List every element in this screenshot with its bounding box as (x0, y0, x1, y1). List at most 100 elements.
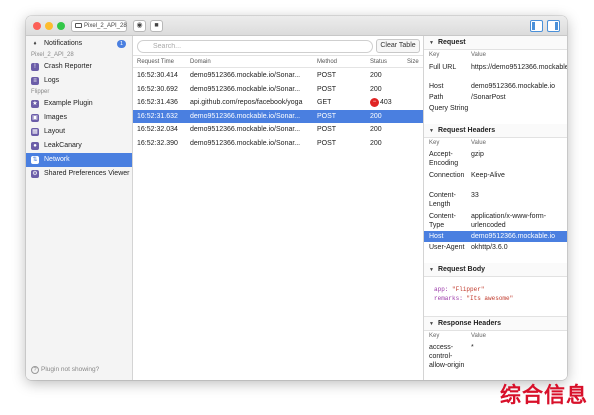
column-header-status[interactable]: Status (370, 56, 387, 68)
sidebar-item-example-plugin[interactable]: ★ Example Plugin (26, 97, 132, 111)
kv-row[interactable]: Content-Type application/x-www-form-urle… (424, 211, 567, 231)
kv-value: https://demo9512366.mockable.io/SonarPos… (471, 64, 567, 71)
table-row[interactable]: 16:52:32.390 demo9512366.mockable.io/Son… (133, 137, 423, 151)
kv-key: Host (429, 233, 444, 240)
device-label: Pixel_2_API_28 (84, 23, 127, 29)
table-row[interactable]: 16:52:31.436 api.github.com/repos/facebo… (133, 96, 423, 110)
chevron-down-icon: ▼ (429, 267, 434, 273)
request-body-section-toggle[interactable]: ▼ Request Body (424, 263, 567, 277)
request-method: POST (317, 72, 337, 79)
kv-value: demo9512366.mockable.io (471, 233, 556, 240)
value-column-header: Value (471, 52, 486, 58)
request-status: 200 (370, 139, 382, 147)
request-status: 200 (370, 72, 382, 79)
request-time: 16:52:30.692 (137, 85, 178, 93)
sidebar-item-label: Example Plugin (44, 100, 93, 107)
kv-key: Content-Type (429, 213, 456, 229)
plugin-not-showing-link[interactable]: ? Plugin not showing? (31, 366, 99, 374)
value-column-header: Value (471, 140, 486, 146)
request-detail-panel: ▼ Request Key Value Full URL https://demo… (424, 36, 567, 380)
column-header-request-time[interactable]: Request Time (137, 56, 174, 68)
kv-row[interactable]: Full URL https://demo9512366.mockable.io… (424, 61, 567, 81)
kv-row[interactable]: Content-Length 33 (424, 190, 567, 211)
table-row[interactable]: 16:52:30.692 demo9512366.mockable.io/Son… (133, 83, 423, 97)
table-row[interactable]: 16:52:32.034 demo9512366.mockable.io/Son… (133, 123, 423, 137)
request-method: POST (317, 139, 337, 147)
kv-key: User-Agent (429, 244, 465, 251)
request-body-content: app: "Flipper" remarks: "Its awesome" (424, 277, 567, 317)
kv-row[interactable]: Connection Keep-Alive (424, 170, 567, 190)
minimize-window-button[interactable] (45, 22, 53, 30)
toggle-right-sidebar-icon[interactable] (547, 20, 560, 32)
title-bar: Pixel_2_API_28 ◉ ■ (26, 16, 567, 36)
clear-table-button[interactable]: Clear Table (376, 39, 420, 53)
kv-row[interactable]: User-Agent okhttp/3.6.0 (424, 242, 567, 263)
sidebar-item-label: Notifications (44, 40, 83, 47)
request-method: POST (317, 112, 337, 120)
request-status-error: −403 (370, 96, 392, 110)
kv-value: 33 (471, 192, 479, 199)
request-section-toggle[interactable]: ▼ Request (424, 36, 567, 50)
request-kv-header: Key Value (424, 50, 567, 61)
response-headers-kv-header: Key Value (424, 331, 567, 342)
request-method: POST (317, 85, 337, 93)
column-header-domain[interactable]: Domain (190, 56, 211, 68)
kv-row[interactable]: Query String (424, 103, 567, 124)
sidebar-item-label: Crash Reporter (44, 63, 92, 70)
kv-key: Connection (429, 172, 465, 179)
sidebar-item-label: Shared Preferences Viewer (44, 170, 130, 177)
sidebar-item-label: Network (44, 156, 70, 163)
request-headers-kv-header: Key Value (424, 138, 567, 149)
kv-key: Path (429, 94, 444, 101)
request-method: POST (317, 126, 337, 133)
close-window-button[interactable] (33, 22, 41, 30)
sidebar-item-label: Layout (44, 128, 66, 135)
request-time: 16:52:32.034 (137, 126, 178, 133)
kv-value: Keep-Alive (471, 172, 505, 179)
chevron-down-icon: ▼ (429, 128, 434, 134)
network-icon: ⇅ (31, 156, 39, 164)
request-list: 16:52:30.414 demo9512366.mockable.io/Son… (133, 69, 423, 150)
device-selector[interactable]: Pixel_2_API_28 (71, 20, 127, 32)
request-headers-section-toggle[interactable]: ▼ Request Headers (424, 124, 567, 138)
sidebar-item-crash-reporter[interactable]: ! Crash Reporter (26, 60, 132, 74)
sidebar-item-leakcanary[interactable]: ● LeakCanary (26, 139, 132, 153)
video-icon[interactable]: ■ (150, 20, 163, 32)
layout-icon: ▦ (31, 128, 39, 136)
kv-row[interactable]: Path /SonarPost (424, 92, 567, 103)
sidebar-item-logs[interactable]: ≡ Logs (26, 74, 132, 88)
request-time: 16:52:31.632 (137, 112, 178, 120)
example-plugin-icon: ★ (31, 100, 39, 108)
kv-row[interactable]: Host demo9512366.mockable.io (424, 81, 567, 92)
sidebar-item-notifications[interactable]: ♦ Notifications 1 (26, 37, 132, 51)
network-panel: Clear Table Request Time Domain Method S… (133, 36, 424, 380)
request-domain: demo9512366.mockable.io/Sonar... (190, 126, 301, 133)
response-headers-section-toggle[interactable]: ▼ Response Headers (424, 317, 567, 331)
kv-value: /SonarPost (471, 94, 506, 101)
request-section-title: Request (437, 39, 466, 46)
bell-icon: ♦ (33, 41, 37, 47)
table-row-selected[interactable]: 16:52:31.632 demo9512366.mockable.io/Son… (133, 109, 423, 123)
table-header: Request Time Domain Method Status Size (133, 56, 423, 68)
kv-key: Accept-Encoding (429, 151, 459, 167)
toggle-left-sidebar-icon[interactable] (530, 20, 543, 32)
kv-row-selected[interactable]: Host demo9512366.mockable.io (424, 231, 567, 242)
column-header-size[interactable]: Size (407, 56, 419, 68)
sidebar-item-network[interactable]: ⇅ Network (26, 153, 132, 167)
request-time: 16:52:30.414 (137, 72, 178, 79)
search-input[interactable] (137, 40, 373, 53)
column-header-method[interactable]: Method (317, 56, 337, 68)
sidebar-item-layout[interactable]: ▦ Layout (26, 125, 132, 139)
sidebar-item-images[interactable]: ▣ Images (26, 111, 132, 125)
sidebar-item-shared-preferences[interactable]: ⚙ Shared Preferences Viewer (26, 167, 132, 181)
request-domain: demo9512366.mockable.io/Sonar... (190, 85, 301, 93)
kv-row[interactable]: access-control-allow-origin * (424, 342, 567, 372)
kv-value: application/x-www-form-urlencoded (471, 213, 547, 229)
kv-row[interactable]: Accept-Encoding gzip (424, 149, 567, 170)
table-row[interactable]: 16:52:30.414 demo9512366.mockable.io/Son… (133, 69, 423, 83)
device-section-header: Pixel_2_API_28 (31, 52, 74, 58)
zoom-window-button[interactable] (57, 22, 65, 30)
kv-key: Query String (429, 105, 469, 112)
camera-icon[interactable]: ◉ (133, 20, 146, 32)
logs-icon: ≡ (31, 77, 39, 85)
